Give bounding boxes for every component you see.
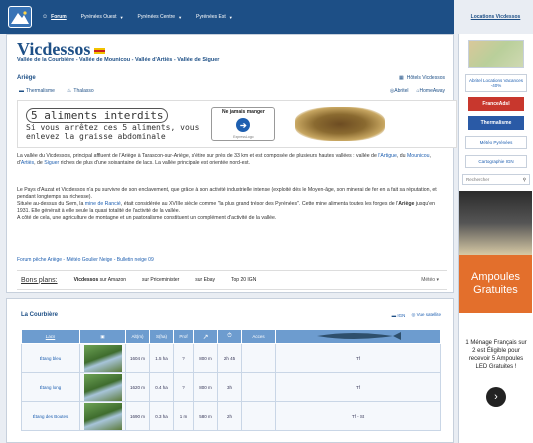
col-photo: ▣ <box>79 329 126 344</box>
description-paragraph-1: La vallée du Vicdessos, principal afflue… <box>17 153 431 166</box>
nav-pyrenees-est[interactable]: Pyrénées Est ▼ <box>196 14 233 20</box>
priceminister-link[interactable]: sur Priceminister <box>142 277 179 283</box>
hotel-icon: ▦ <box>399 75 404 81</box>
cartographie-ign-link[interactable]: Cartographie IGN <box>465 155 527 168</box>
spa-icon: ▬ <box>19 88 24 94</box>
link-mounicou[interactable]: Mounicou <box>407 153 430 159</box>
wave-icon: ♨ <box>66 88 72 94</box>
forum-links[interactable]: Forum pêche Ariège - Météo Goulier Neige… <box>17 257 154 263</box>
locations-link[interactable]: Locations Vicdessos <box>458 0 533 34</box>
chevron-down-icon: ▾ <box>436 277 439 283</box>
ad-food-image <box>295 107 386 141</box>
col-depth: Prof <box>173 329 194 344</box>
col-acces: Acces <box>241 329 276 344</box>
section-title: La Courbière <box>21 312 59 318</box>
home-logo-icon[interactable] <box>8 6 32 28</box>
forum-icon: ☺ <box>42 14 49 20</box>
lake-photo[interactable] <box>83 344 122 372</box>
table-row: Étang bleu 1604 m 1.5 ha ? 800 m 2h 45 T… <box>21 343 441 373</box>
led-ad-offer-text: 1 Ménage Français sur 2 est Éligible pou… <box>465 340 527 370</box>
table-header-row: Lacs ▣ Alt(m) S(ha) Prof ↗ ⏱ Acces <box>21 329 441 344</box>
thermalisme-banner[interactable]: Thermalisme <box>468 116 524 130</box>
arrow-right-icon[interactable]: ➔ <box>236 118 251 132</box>
table-row: Étang long 1620 m 0.4 ha ? 800 m 3h Tf <box>21 372 441 402</box>
satellite-icon: ◎ <box>411 312 416 317</box>
chevron-down-icon: ▼ <box>228 14 233 20</box>
map-icon: ▬ <box>391 312 397 318</box>
lake-name-link[interactable]: Étang bleu <box>21 343 80 373</box>
description-paragraph-2: Le Pays d'Auzat et Vicdessos n'a pu surv… <box>17 187 437 221</box>
lake-name-link[interactable]: Étang des Boutes <box>21 401 80 431</box>
sidebar-map-thumbnail[interactable] <box>468 40 524 68</box>
hotels-link[interactable]: ▦ Hôtels Vicdessos <box>399 75 445 81</box>
ad-box[interactable]: Ne jamais manger ➔ ExpressLogo <box>211 107 276 141</box>
lake-name-link[interactable]: Étang long <box>21 372 80 402</box>
lakes-section: La Courbière ▬ IGN ◎ Vue satellite Lacs … <box>6 298 454 443</box>
camera-icon: ▣ <box>100 333 105 339</box>
link-arties[interactable]: Artiès <box>21 160 34 166</box>
led-ad-image[interactable] <box>459 191 532 255</box>
meteo-dropdown[interactable]: Météo ▾ <box>421 277 439 283</box>
col-surface: S(ha) <box>149 329 174 344</box>
col-duration: ⏱ <box>217 329 242 344</box>
table-row: Étang des Boutes 1690 m 0.3 ha 1 m 580 m… <box>21 401 441 431</box>
nav-pyrenees-centre[interactable]: Pyrénées Centre ▼ <box>138 14 183 20</box>
link-artigue[interactable]: l'Artigue <box>378 153 397 159</box>
arrow-up-right-icon: ↗ <box>202 333 209 341</box>
amazon-link[interactable]: Vicdessos sur Amazon <box>74 277 126 283</box>
chevron-down-icon: ▼ <box>119 14 124 20</box>
chevron-down-icon: ▼ <box>178 14 183 20</box>
link-siguer[interactable]: Siguer <box>44 160 59 166</box>
col-lacs: Lacs <box>21 329 80 344</box>
search-icon[interactable]: ⚲ <box>523 177 526 183</box>
arrow-right-icon[interactable]: › <box>486 387 506 407</box>
abritel-link[interactable]: ◎Abritel <box>390 88 409 94</box>
meteo-pyrenees-link[interactable]: Météo Pyrénées <box>465 136 527 149</box>
abritel-ad-link[interactable]: Abritel Locations Vacances -40% <box>465 74 527 92</box>
nav-pyrenees-ouest[interactable]: Pyrénées Ouest ▼ <box>81 14 124 20</box>
col-elevation-gain: ↗ <box>193 329 218 344</box>
ad-text: 5 aliments interdits Si vous arrêtez ces… <box>26 107 200 141</box>
link-mine-rancie[interactable]: mine de Rancié <box>85 201 121 207</box>
lakes-table: Lacs ▣ Alt(m) S(ha) Prof ↗ ⏱ Acces Étang… <box>21 329 441 431</box>
search-input[interactable]: Rechercher ⚲ <box>462 174 530 185</box>
flag-icon <box>94 47 106 54</box>
clock-icon: ⏱ <box>227 333 232 339</box>
ign-link[interactable]: ▬ IGN <box>392 313 406 318</box>
homeaway-link[interactable]: ⌂HomeAway <box>416 88 445 94</box>
top-navbar: ☺ Forum Pyrénées Ouest ▼ Pyrénées Centre ▼ … <box>0 0 454 34</box>
ign-top20-link[interactable]: Top 20 IGN <box>231 277 256 283</box>
right-sidebar: Abritel Locations Vacances -40% FranceAd… <box>458 34 533 443</box>
satellite-link[interactable]: ◎ Vue satellite <box>411 312 441 318</box>
col-fish <box>275 329 441 344</box>
thermalisme-link[interactable]: ▬ Thermalisme <box>19 88 55 94</box>
fish-icon <box>317 332 401 340</box>
main-content: Vicdessos Vallée de la Courbière - Vallé… <box>6 34 457 293</box>
lake-photo[interactable] <box>83 373 122 401</box>
bons-plans-bar: Bons plans: Vicdessos sur Amazon sur Pri… <box>17 270 447 290</box>
bons-plans-label: Bons plans: <box>21 276 58 284</box>
col-altitude: Alt(m) <box>125 329 150 344</box>
thalasso-link[interactable]: ♨ Thalasso <box>67 88 94 94</box>
lake-photo[interactable] <box>83 402 122 430</box>
region-link[interactable]: Ariège <box>17 75 36 81</box>
led-ad-headline[interactable]: Ampoules Gratuites <box>459 255 532 313</box>
ebay-link[interactable]: sur Ebay <box>195 277 215 283</box>
france-adsl-banner[interactable]: FranceAdsl <box>468 97 524 111</box>
page-subtitle: Vallée de la Courbière - Vallée de Mouni… <box>17 57 220 63</box>
ad-banner[interactable]: 5 aliments interdits Si vous arrêtez ces… <box>17 100 457 148</box>
nav-forum[interactable]: ☺ Forum <box>42 14 67 20</box>
